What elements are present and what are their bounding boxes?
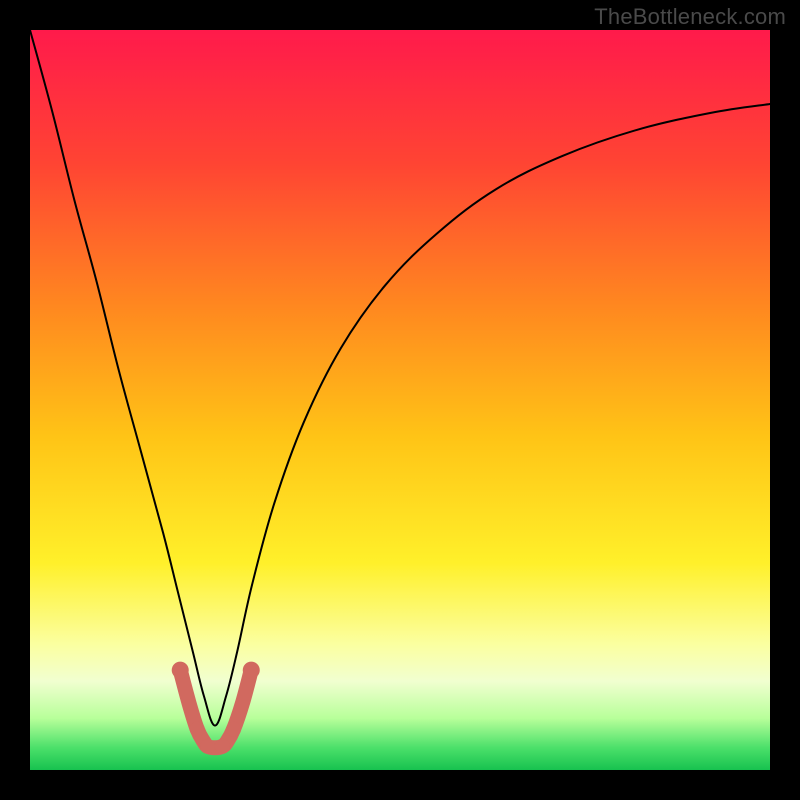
plot-area — [30, 30, 770, 770]
valley-highlight-dot — [200, 739, 215, 754]
valley-highlight-dot — [190, 722, 205, 737]
watermark-text: TheBottleneck.com — [594, 4, 786, 30]
valley-highlight-dot — [215, 739, 230, 754]
chart-stage: TheBottleneck.com — [0, 0, 800, 800]
curves-layer — [30, 30, 770, 770]
valley-highlight-endpoint — [172, 662, 189, 679]
valley-highlight-dot — [226, 722, 241, 737]
bottleneck-curve — [30, 30, 770, 726]
valley-highlight-endpoint — [243, 662, 260, 679]
valley-highlight — [180, 670, 251, 748]
